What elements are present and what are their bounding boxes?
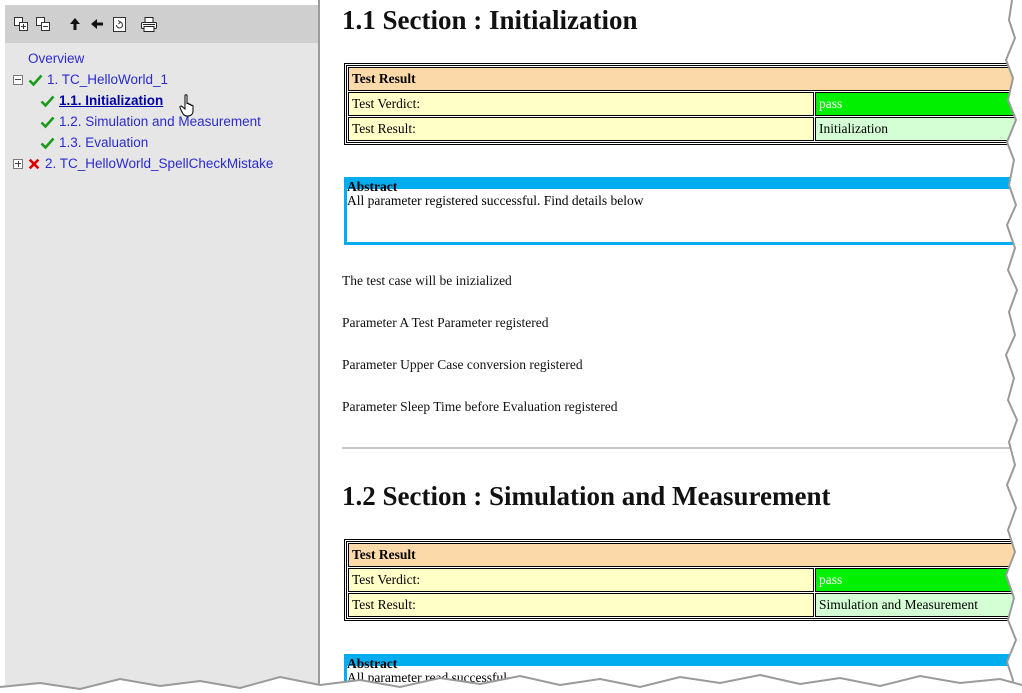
result-table-header: Test Result — [348, 67, 1022, 91]
navigation-pane: Overview 1. TC_HelloWorld_1 1.1. Initial… — [5, 5, 318, 693]
collapse-all-icon[interactable] — [35, 16, 51, 32]
checkmark-icon — [40, 137, 55, 149]
cross-icon — [28, 158, 40, 169]
expand-all-icon[interactable] — [13, 16, 29, 32]
tree-item-overview: Overview — [5, 48, 318, 69]
collapse-toggle[interactable] — [13, 74, 23, 85]
tree-item-tc1: 1. TC_HelloWorld_1 — [5, 69, 318, 90]
section-2-result-table: Test Result Test Verdict: pass Test Resu… — [344, 539, 1022, 621]
section-separator — [342, 447, 1022, 449]
detail-text: The test case will be inizialized — [342, 273, 512, 288]
arrow-left-icon[interactable] — [89, 16, 105, 32]
section-2-title: 1.2 Section : Simulation and Measurement — [342, 481, 831, 511]
test-tree: Overview 1. TC_HelloWorld_1 1.1. Initial… — [5, 43, 318, 174]
hand-cursor-icon — [179, 94, 194, 117]
overview-link[interactable]: Overview — [28, 51, 84, 66]
section-1-result-table: Test Result Test Verdict: pass Test Resu… — [344, 63, 1022, 145]
detail-text: Parameter Sleep Time before Evaluation r… — [342, 399, 618, 414]
checkmark-icon — [40, 95, 55, 107]
torn-edge-right — [1004, 0, 1022, 693]
simulation-link[interactable]: 1.2. Simulation and Measurement — [59, 114, 261, 129]
verdict-label: Test Verdict: — [348, 92, 814, 116]
toolbar — [5, 5, 318, 43]
evaluation-link[interactable]: 1.3. Evaluation — [59, 135, 148, 150]
tree-item-simulation: 1.2. Simulation and Measurement — [5, 111, 318, 132]
torn-edge-bottom — [0, 673, 1022, 693]
refresh-icon[interactable] — [111, 16, 127, 32]
checkmark-icon — [28, 74, 43, 86]
result-label: Test Result: — [348, 117, 814, 141]
tree-item-initialization: 1.1. Initialization — [5, 90, 318, 111]
abstract-title: Abstract — [347, 179, 398, 194]
report-view: 1.1 Section : Initialization Test Result… — [320, 0, 1022, 693]
result-label: Test Result: — [348, 593, 814, 617]
checkmark-icon — [40, 116, 55, 128]
initialization-link[interactable]: 1.1. Initialization — [59, 93, 163, 108]
detail-text: Parameter Upper Case conversion register… — [342, 357, 583, 372]
detail-text: Parameter A Test Parameter registered — [342, 315, 549, 330]
section-1-abstract: Abstract All parameter registered succes… — [344, 177, 1022, 245]
expand-toggle[interactable] — [13, 158, 23, 169]
tree-item-evaluation: 1.3. Evaluation — [5, 132, 318, 153]
verdict-label: Test Verdict: — [348, 568, 814, 592]
abstract-body: All parameter registered successful. Fin… — [347, 193, 644, 208]
tc2-link[interactable]: 2. TC_HelloWorld_SpellCheckMistake — [45, 156, 273, 171]
print-icon[interactable] — [141, 16, 157, 32]
tc1-link[interactable]: 1. TC_HelloWorld_1 — [47, 72, 168, 87]
arrow-up-icon[interactable] — [67, 16, 83, 32]
tree-item-tc2: 2. TC_HelloWorld_SpellCheckMistake — [5, 153, 318, 174]
section-1-title: 1.1 Section : Initialization — [342, 5, 638, 35]
result-table-header: Test Result — [348, 543, 1022, 567]
